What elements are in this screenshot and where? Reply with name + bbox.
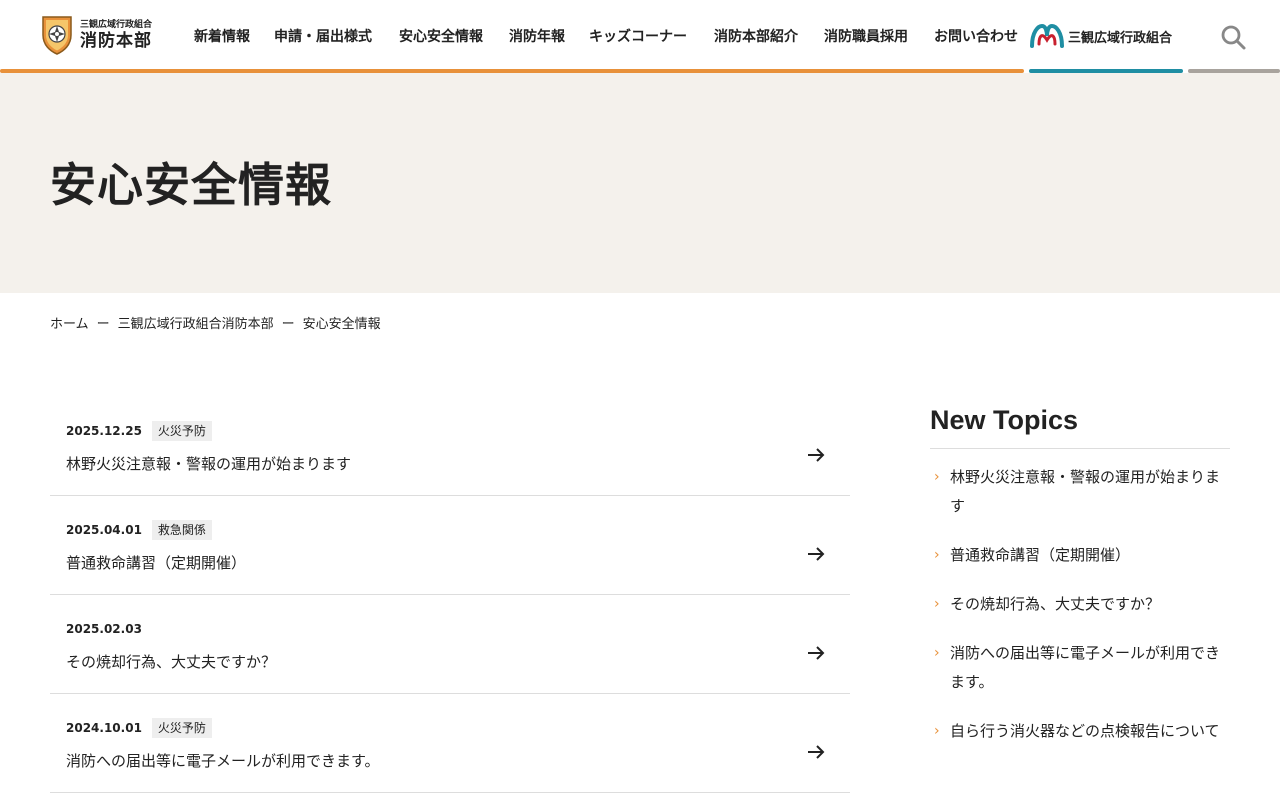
article-row[interactable]: 2025.12.25 火災予防 林野火災注意報・警報の運用が始まります <box>50 397 850 496</box>
article-row[interactable]: 2025.02.03 その焼却行為、大丈夫ですか？ <box>50 595 850 694</box>
union-label: 三観広域行政組合 <box>1068 30 1173 46</box>
article-title: 普通救命講習（定期開催） <box>66 554 247 572</box>
chevron-right-icon: › <box>934 723 940 739</box>
chevron-right-icon: › <box>934 547 940 563</box>
chevron-right-icon: › <box>934 645 940 661</box>
nav-kids-corner[interactable]: キッズコーナー <box>589 27 687 47</box>
page-hero: 安心安全情報 <box>0 73 1280 293</box>
article-date: 2025.12.25 <box>66 424 142 438</box>
breadcrumb-separator: ー <box>281 317 295 332</box>
site-logo[interactable]: 三観広域行政組合 消防本部 <box>40 15 152 55</box>
breadcrumb: ホーム ー 三観広域行政組合消防本部 ー 安心安全情報 <box>50 315 381 335</box>
article-list: 2025.12.25 火災予防 林野火災注意報・警報の運用が始まります 2025… <box>50 397 850 793</box>
union-link[interactable]: 三観広域行政組合 <box>1030 24 1172 48</box>
topic-label: その焼却行為、大丈夫ですか？ <box>950 595 1161 613</box>
nav-annual-report[interactable]: 消防年報 <box>509 27 565 47</box>
logo-subtitle: 三観広域行政組合 <box>80 20 153 30</box>
search-icon <box>1221 25 1246 50</box>
arrow-right-icon <box>808 646 825 660</box>
arrow-right-icon <box>808 448 825 462</box>
topic-link[interactable]: › 普通救命講習（定期開催） <box>930 541 1230 570</box>
topic-list: › 林野火災注意報・警報の運用が始まります › 普通救命講習（定期開催） › そ… <box>930 463 1230 746</box>
page-title: 安心安全情報 <box>50 158 332 212</box>
article-title: 林野火災注意報・警報の運用が始まります <box>66 455 352 473</box>
search-button[interactable] <box>1218 22 1248 52</box>
topic-label: 林野火災注意報・警報の運用が始まります <box>950 468 1221 515</box>
article-title: その焼却行為、大丈夫ですか？ <box>66 653 277 671</box>
arrow-right-icon <box>808 547 825 561</box>
nav-forms[interactable]: 申請・届出様式 <box>274 27 372 47</box>
breadcrumb-home[interactable]: ホーム <box>50 315 89 335</box>
chevron-right-icon: › <box>934 469 940 485</box>
nav-recruitment[interactable]: 消防職員採用 <box>824 27 908 47</box>
topic-link[interactable]: › 林野火災注意報・警報の運用が始まります <box>930 463 1230 521</box>
logo-title: 消防本部 <box>80 31 152 51</box>
article-date: 2025.02.03 <box>66 622 142 636</box>
nav-news[interactable]: 新着情報 <box>194 27 250 47</box>
article-category-tag: 救急関係 <box>151 520 212 540</box>
breadcrumb-separator: ー <box>96 317 110 332</box>
article-title: 消防への届出等に電子メールが利用できます。 <box>66 752 380 770</box>
topic-label: 消防への届出等に電子メールが利用できます。 <box>950 644 1221 691</box>
article-meta: 2025.04.01 救急関係 <box>66 520 212 540</box>
topic-label: 普通救命講習（定期開催） <box>950 546 1131 564</box>
topic-link[interactable]: › その焼却行為、大丈夫ですか？ <box>930 590 1230 619</box>
fire-department-emblem-icon <box>42 16 72 55</box>
article-date: 2024.10.01 <box>66 721 142 735</box>
topic-label: 自ら行う消火器などの点検報告について <box>950 722 1220 740</box>
arrow-right-icon <box>808 745 825 759</box>
union-logo-icon <box>1030 24 1064 48</box>
article-row[interactable]: 2025.04.01 救急関係 普通救命講習（定期開催） <box>50 496 850 595</box>
article-row[interactable]: 2024.10.01 火災予防 消防への届出等に電子メールが利用できます。 <box>50 694 850 793</box>
article-category-tag: 火災予防 <box>151 718 212 738</box>
breadcrumb-current: 安心安全情報 <box>302 317 381 332</box>
article-date: 2025.04.01 <box>66 523 142 537</box>
article-meta: 2025.12.25 火災予防 <box>66 421 212 441</box>
article-meta: 2024.10.01 火災予防 <box>66 718 212 738</box>
chevron-right-icon: › <box>934 596 940 612</box>
nav-contact[interactable]: お問い合わせ <box>934 27 1018 47</box>
breadcrumb-fire-department[interactable]: 三観広域行政組合消防本部 <box>118 315 274 335</box>
sidebar-title: New Topics <box>930 402 1230 449</box>
nav-about[interactable]: 消防本部紹介 <box>714 27 798 47</box>
topic-link[interactable]: › 自ら行う消火器などの点検報告について <box>930 717 1230 746</box>
topic-link[interactable]: › 消防への届出等に電子メールが利用できます。 <box>930 639 1230 697</box>
article-category-tag: 火災予防 <box>151 421 212 441</box>
site-header: 三観広域行政組合 消防本部 新着情報 申請・届出様式 安心安全情報 消防年報 キ… <box>0 0 1280 74</box>
nav-safety-info[interactable]: 安心安全情報 <box>399 27 483 47</box>
article-meta: 2025.02.03 <box>66 619 142 639</box>
new-topics-sidebar: New Topics › 林野火災注意報・警報の運用が始まります › 普通救命講… <box>930 402 1230 766</box>
